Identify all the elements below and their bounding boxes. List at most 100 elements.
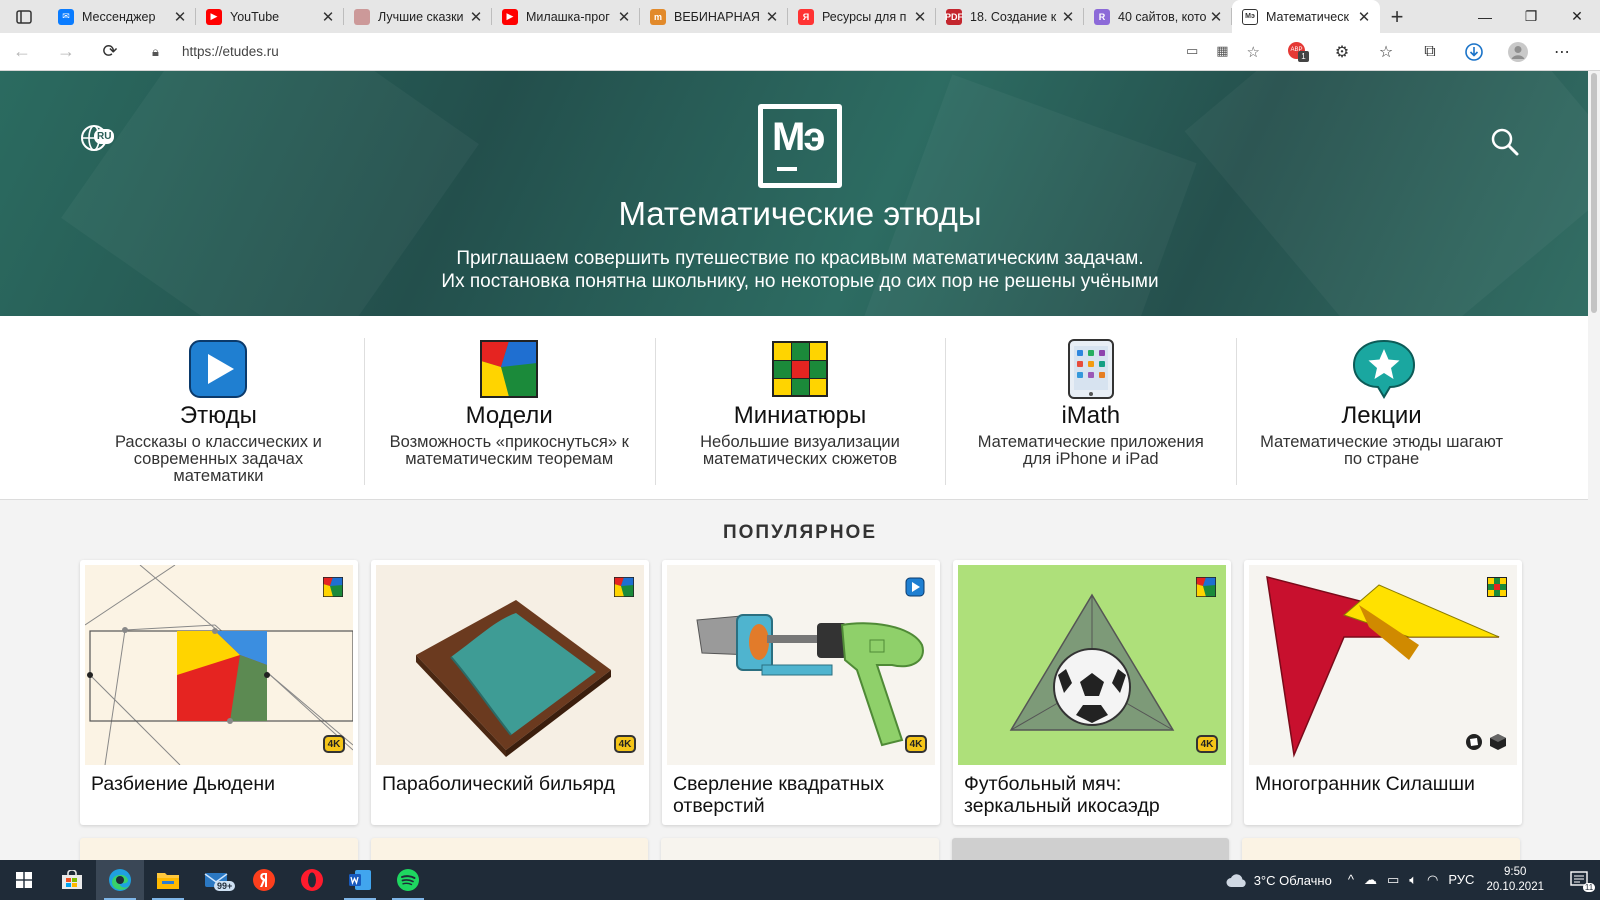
close-tab-icon[interactable]: ✕ <box>172 8 188 26</box>
new-tab-button[interactable]: + <box>1380 0 1414 33</box>
edge-app[interactable] <box>96 860 144 900</box>
weather-widget[interactable]: 3°C Облачно <box>1226 872 1332 888</box>
store-app[interactable] <box>48 860 96 900</box>
close-tab-icon[interactable]: ✕ <box>616 8 632 26</box>
extensions-icon[interactable]: ⚙︎ <box>1320 42 1364 62</box>
yandex-browser-app[interactable] <box>240 860 288 900</box>
page-scrollbar[interactable] <box>1588 71 1600 867</box>
search-icon[interactable] <box>1490 127 1520 157</box>
notifications-button[interactable]: 11 <box>1560 871 1600 892</box>
show-hidden-icons-chevron-icon[interactable]: ^ <box>1348 872 1354 888</box>
card-image: 4K <box>667 565 935 765</box>
close-tab-icon[interactable]: ✕ <box>1356 8 1372 26</box>
collections-icon[interactable]: ⧉ <box>1408 43 1452 61</box>
adblock-extension-icon[interactable]: ABP 1 <box>1276 41 1320 62</box>
card-soccer-ball-icosahedron[interactable]: 4K Футбольный мяч: зеркальный икосаэдр <box>953 560 1231 825</box>
popular-cards: 4K Разбиение Дьюдени 4K Параболический б… <box>80 560 1522 825</box>
close-tab-icon[interactable]: ✕ <box>468 8 484 26</box>
file-explorer-app[interactable] <box>144 860 192 900</box>
lock-icon[interactable]: 🔒︎ <box>152 44 166 60</box>
input-language[interactable]: РУС <box>1448 872 1474 888</box>
language-code: RU <box>97 131 112 142</box>
section-imath[interactable]: iMath Математические приложения для iPho… <box>945 316 1236 499</box>
browser-tab[interactable]: Лучшие сказки ✕ <box>344 0 492 33</box>
browser-tab[interactable]: ✉ Мессенджер ✕ <box>48 0 196 33</box>
card-dudeney-dissection[interactable]: 4K Разбиение Дьюдени <box>80 560 358 825</box>
site-logo[interactable]: Мэ <box>758 104 842 188</box>
tab-title: YouTube <box>230 9 280 24</box>
browser-tab[interactable]: ▶ Милашка-прог ✕ <box>492 0 640 33</box>
tab-strip: ✉ Мессенджер ✕ ▶ YouTube ✕ Лучшие сказки ✕ ▶ Мила… <box>0 0 1600 33</box>
tab-title: Ресурсы для п <box>822 9 907 24</box>
browser-tab[interactable]: R 40 сайтов, кото ✕ <box>1084 0 1232 33</box>
section-lectures[interactable]: Лекции Математические этюды шагают по ст… <box>1236 316 1527 499</box>
close-window-button[interactable]: ✕ <box>1554 0 1600 33</box>
opera-app[interactable] <box>288 860 336 900</box>
close-tab-icon[interactable]: ✕ <box>764 8 780 26</box>
logo-text: Мэ <box>772 115 825 159</box>
sections-nav: Этюды Рассказы о классических и современ… <box>0 316 1600 500</box>
wifi-icon[interactable]: ◠ <box>1427 872 1438 888</box>
hero-banner: RU Мэ Математические этюды Приглашаем со… <box>0 71 1600 316</box>
browser-tab[interactable]: Я Ресурсы для п ✕ <box>788 0 936 33</box>
word-app[interactable] <box>336 860 384 900</box>
tab-title: Милашка-прог <box>526 9 610 24</box>
tab-title: ВЕБИНАРНАЯ <box>674 9 760 24</box>
window-controls: — ❐ ✕ <box>1462 0 1600 33</box>
browser-tab[interactable]: m ВЕБИНАРНАЯ ✕ <box>640 0 788 33</box>
browser-tab[interactable]: Мэ Математическ ✕ <box>1232 0 1380 33</box>
favorites-icon[interactable]: ☆ <box>1364 42 1408 62</box>
add-favorite-icon[interactable]: ☆ <box>1247 43 1260 61</box>
clock[interactable]: 9:50 20.10.2021 <box>1486 865 1544 895</box>
folder-icon <box>157 873 179 889</box>
site-subtitle: Приглашаем совершить путешествие по крас… <box>441 248 1159 292</box>
profile-avatar[interactable] <box>1496 41 1540 63</box>
forward-button[interactable]: → <box>44 33 88 71</box>
section-etudes[interactable]: Этюды Рассказы о классических и современ… <box>73 316 364 499</box>
card-square-drilling[interactable]: 4K Сверление квадратных отверстий <box>662 560 940 825</box>
app-available-icon[interactable]: ▦ <box>1216 43 1228 61</box>
section-models[interactable]: Модели Возможность «прикоснуться» к мате… <box>363 316 655 499</box>
edge-icon <box>109 869 131 891</box>
etudes-play-icon <box>188 339 248 399</box>
address-bar[interactable]: 🔒︎ https://etudes.ru ▭ ▦ ☆ <box>138 36 1268 67</box>
tab-title: Мессенджер <box>82 9 156 24</box>
miniatures-grid-icon <box>770 339 830 399</box>
scrollbar-thumb[interactable] <box>1591 73 1597 313</box>
imath-tablet-icon <box>1061 339 1121 399</box>
start-button[interactable] <box>0 860 48 900</box>
read-aloud-icon[interactable]: ▭ <box>1186 43 1198 61</box>
back-button[interactable]: ← <box>0 33 44 71</box>
close-tab-icon[interactable]: ✕ <box>1208 8 1224 26</box>
close-tab-icon[interactable]: ✕ <box>912 8 928 26</box>
tab-actions-button[interactable] <box>0 0 48 33</box>
tab-favicon-icon: Мэ <box>1242 8 1258 25</box>
restore-button[interactable]: ❐ <box>1508 0 1554 33</box>
popular-heading: ПОПУЛЯРНОЕ <box>722 522 878 543</box>
card-parabolic-billiard[interactable]: 4K Параболический бильярд <box>371 560 649 825</box>
3d-model-icons <box>1465 733 1507 751</box>
4k-badge: 4K <box>614 735 636 753</box>
card-szilassi-polyhedron[interactable]: Многогранник Силашши <box>1244 560 1522 825</box>
minimize-button[interactable]: — <box>1462 0 1508 33</box>
downloads-icon[interactable] <box>1452 42 1496 61</box>
onedrive-cloud-icon[interactable]: ☁ <box>1364 872 1377 888</box>
section-miniatures[interactable]: Миниатюры Небольшие визуализации математ… <box>654 316 946 499</box>
close-tab-icon[interactable]: ✕ <box>320 8 336 26</box>
mail-app[interactable]: 99+ <box>192 860 240 900</box>
language-switch-globe-icon[interactable]: RU <box>80 123 116 153</box>
browser-tab[interactable]: ▶ YouTube ✕ <box>196 0 344 33</box>
browser-tab[interactable]: PDF 18. Создание к ✕ <box>936 0 1084 33</box>
url-text: https://etudes.ru <box>182 44 279 59</box>
close-tab-icon[interactable]: ✕ <box>1060 8 1076 26</box>
refresh-button[interactable]: ⟳ <box>88 33 132 71</box>
tab-favicon-icon: ▶ <box>502 8 518 25</box>
battery-icon[interactable]: ▭ <box>1387 872 1399 888</box>
settings-more-icon[interactable]: ⋯ <box>1540 42 1584 62</box>
spotify-app[interactable] <box>384 860 432 900</box>
extension-badge: 1 <box>1298 50 1309 62</box>
mail-unread-badge: 99+ <box>214 881 236 891</box>
tab-title: 18. Создание к <box>970 9 1057 24</box>
volume-icon[interactable]: 🔈︎ <box>1409 872 1417 888</box>
models-category-icon <box>613 576 635 598</box>
